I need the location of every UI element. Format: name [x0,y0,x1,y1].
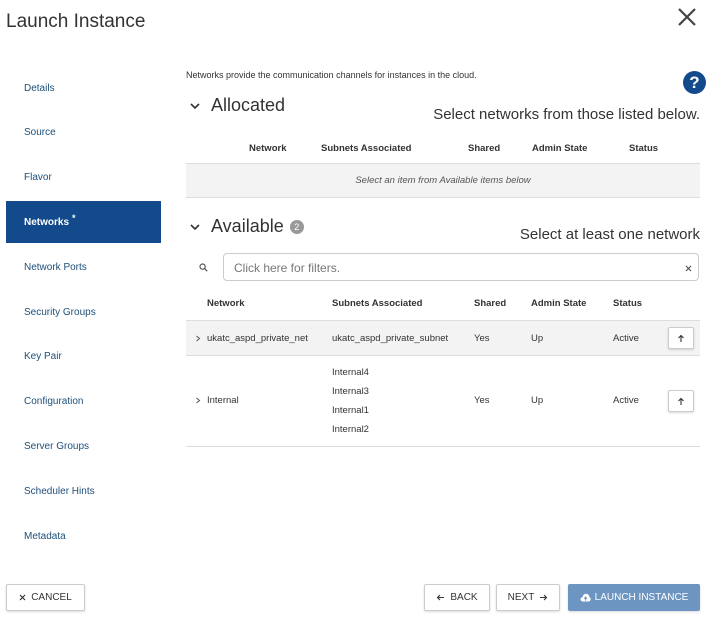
back-label: BACK [450,592,478,603]
column-header-shared[interactable]: Shared [468,143,500,154]
sidebar-item-metadata[interactable]: Metadata [6,515,161,557]
filter-input[interactable] [232,260,656,276]
arrow-up-icon [678,397,684,405]
dialog-title: Launch Instance [6,11,146,32]
sidebar-item-label: Source [24,126,56,138]
cancel-label: CANCEL [31,592,72,603]
network-name: Internal [207,395,239,406]
filter-field[interactable] [223,253,699,281]
arrow-right-icon [540,594,548,601]
sidebar-item-scheduler-hints[interactable]: Scheduler Hints [6,470,161,512]
sidebar-item-key-pair[interactable]: Key Pair [6,335,161,377]
subnet-name: Internal1 [332,405,369,416]
sidebar-item-label: Configuration [24,395,84,407]
available-hint: Select at least one network [519,226,700,243]
cancel-button[interactable]: CANCEL [6,584,85,611]
column-header-admin-state[interactable]: Admin State [531,298,586,309]
cloud-upload-icon [580,593,591,602]
column-header-subnets[interactable]: Subnets Associated [321,143,411,154]
required-marker: * [72,213,76,223]
column-header-subnets[interactable]: Subnets Associated [332,298,422,309]
subnet-name: Internal2 [332,424,369,435]
sidebar-item-network-ports[interactable]: Network Ports [6,246,161,288]
column-header-network[interactable]: Network [207,298,244,309]
status-value: Active [613,395,639,406]
subnet-name: Internal3 [332,386,369,397]
column-header-network[interactable]: Network [249,143,286,154]
allocated-header: Allocated [189,95,285,116]
table-row[interactable]: ukatc_aspd_private_net ukatc_aspd_privat… [186,321,700,355]
next-label: NEXT [507,592,535,603]
sidebar-item-label: Flavor [24,171,52,183]
allocated-empty-text: Select an item from Available items belo… [355,175,531,186]
available-heading: Available [211,216,284,236]
sidebar-item-server-groups[interactable]: Server Groups [6,425,161,467]
sidebar-item-configuration[interactable]: Configuration [6,380,161,422]
allocated-hint: Select networks from those listed below. [433,106,700,123]
search-icon [199,263,208,272]
sidebar-item-label: Details [24,82,55,94]
sidebar-item-label: Metadata [24,530,66,542]
column-header-status[interactable]: Status [629,143,658,154]
allocate-button[interactable] [668,390,694,412]
shared-value: Yes [474,333,490,344]
sidebar-item-label: Security Groups [24,306,96,318]
help-icon[interactable]: ? [683,71,706,94]
available-count-badge: 2 [289,219,304,234]
sidebar-item-networks[interactable]: Networks * [6,201,161,243]
back-button[interactable]: BACK [424,584,490,611]
column-header-admin-state[interactable]: Admin State [532,143,587,154]
table-row[interactable]: Internal Internal4 Internal3 Internal1 I… [186,356,700,445]
subnet-name: ukatc_aspd_private_subnet [332,333,449,344]
chevron-right-icon[interactable] [195,335,201,342]
column-header-shared[interactable]: Shared [474,298,506,309]
divider [186,446,700,447]
close-icon [19,594,26,601]
sidebar-item-label: Scheduler Hints [24,485,95,497]
arrow-up-icon [678,334,684,342]
allocated-empty-row: Select an item from Available items belo… [186,164,700,198]
clear-filter-icon[interactable] [685,265,692,272]
sidebar-item-label: Server Groups [24,440,90,452]
allocate-button[interactable] [668,327,694,349]
sidebar-item-label: Key Pair [24,350,62,362]
admin-state-value: Up [531,395,544,406]
allocated-heading: Allocated [211,95,286,115]
chevron-down-icon[interactable] [189,221,201,233]
admin-state-value: Up [531,333,544,344]
launch-instance-label: LAUNCH INSTANCE [594,592,689,603]
intro-text: Networks provide the communication chann… [186,70,477,80]
shared-value: Yes [474,395,490,406]
available-header: Available 2 [189,216,304,237]
chevron-right-icon[interactable] [195,397,201,404]
status-value: Active [613,333,639,344]
next-button[interactable]: NEXT [496,584,560,611]
sidebar-item-flavor[interactable]: Flavor [6,156,161,198]
sidebar-item-source[interactable]: Source [6,111,161,153]
subnet-name: Internal4 [332,367,369,378]
arrow-left-icon [437,594,445,601]
sidebar-item-label: Networks [24,216,70,228]
sidebar-item-label: Network Ports [24,261,87,273]
launch-instance-button[interactable]: LAUNCH INSTANCE [568,584,700,611]
sidebar-item-security-groups[interactable]: Security Groups [6,291,161,333]
chevron-down-icon[interactable] [189,100,201,112]
sidebar-item-details[interactable]: Details [6,67,161,109]
close-icon[interactable] [676,6,698,28]
network-name: ukatc_aspd_private_net [207,333,308,344]
column-header-status[interactable]: Status [613,298,642,309]
